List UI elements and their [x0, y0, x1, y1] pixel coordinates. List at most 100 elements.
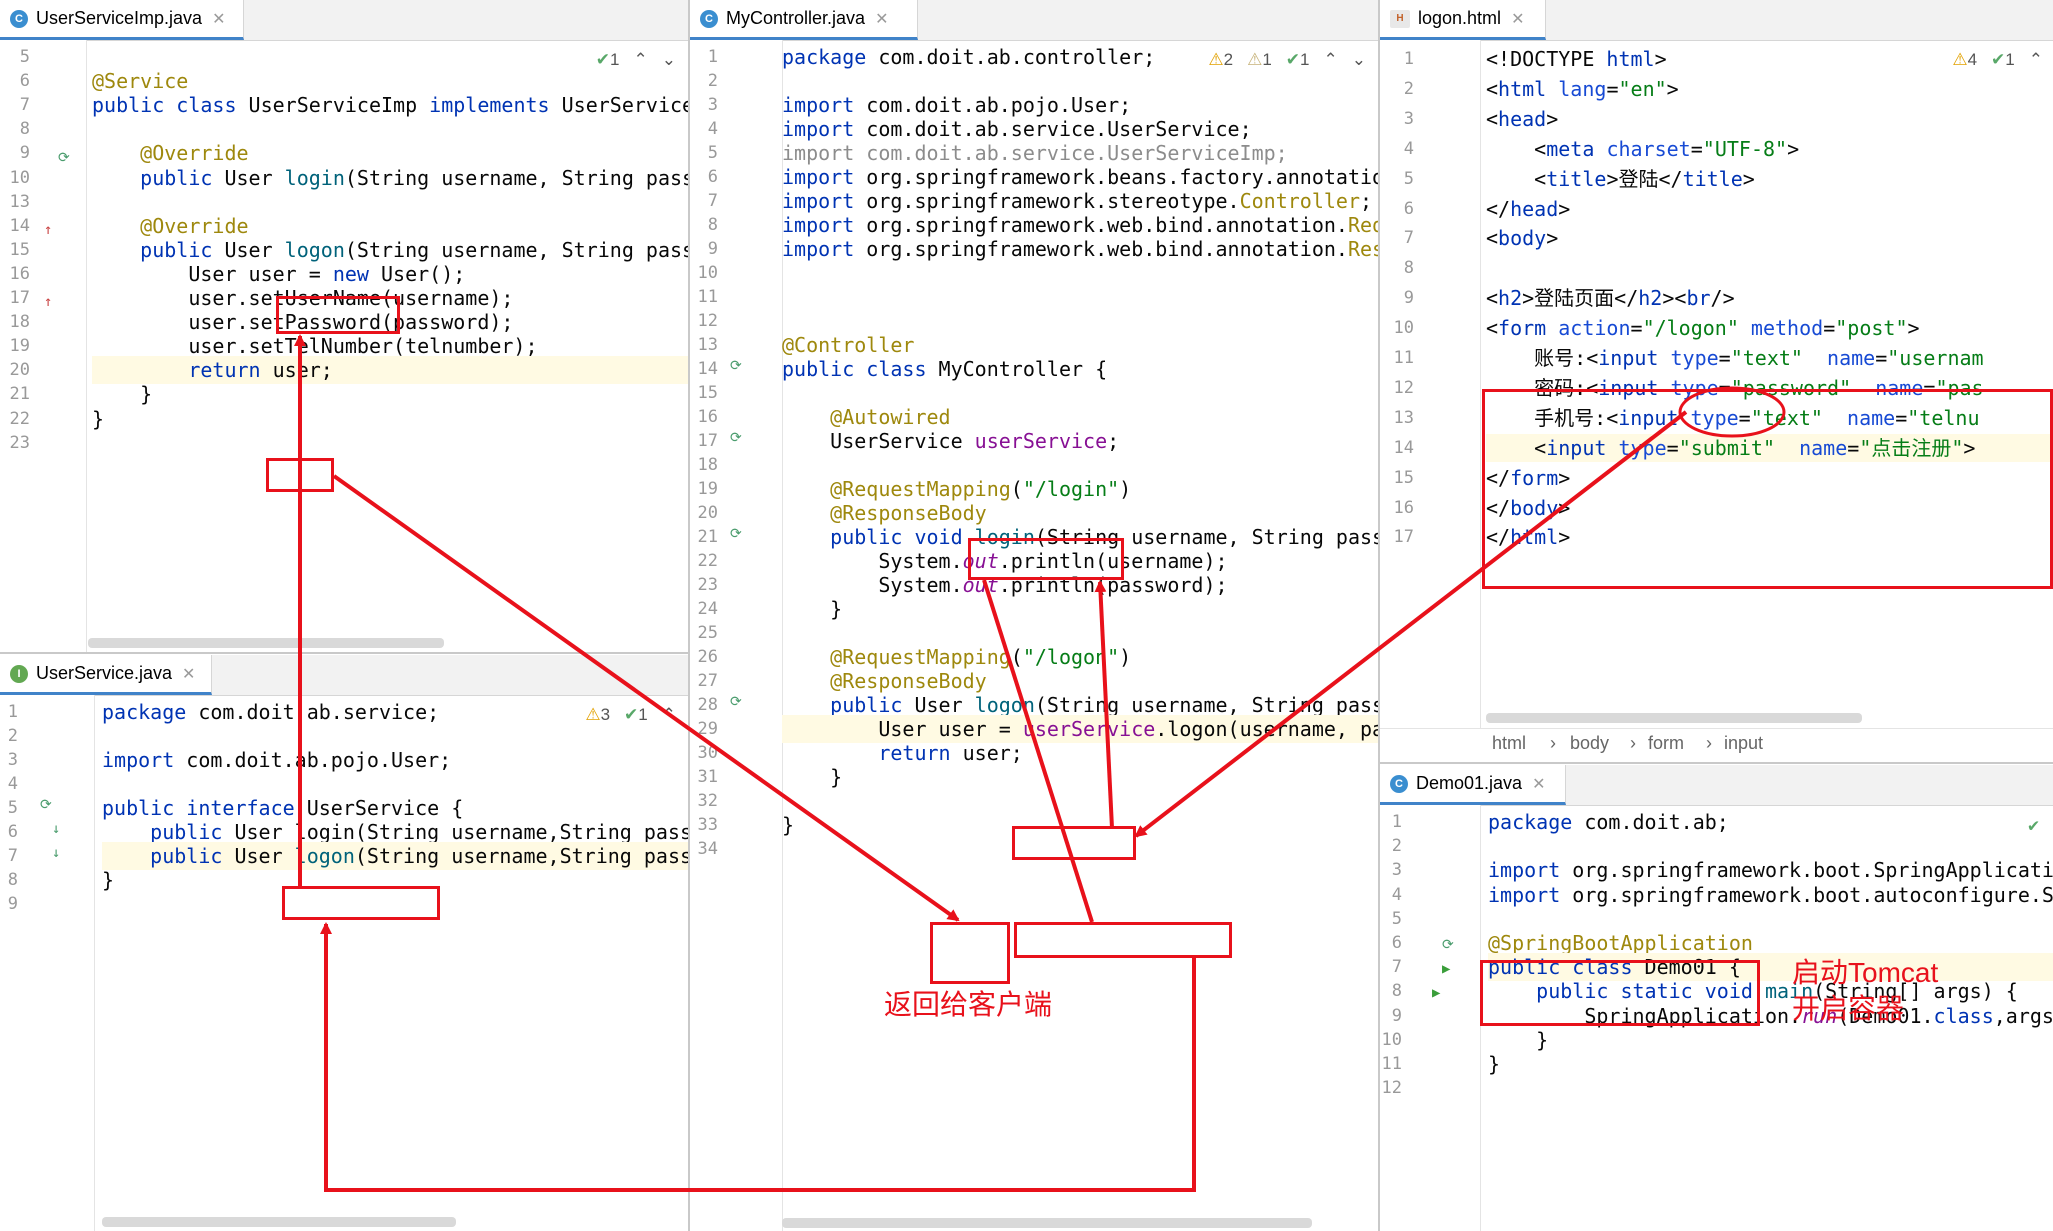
close-icon[interactable]: ✕	[1511, 9, 1524, 29]
horizontal-scrollbar[interactable]	[782, 1218, 1312, 1228]
breadcrumb-input[interactable]: input	[1724, 733, 1763, 754]
code-area[interactable]: 1 package com.doit.ab.controller; 2 3 import…	[690, 40, 1378, 1231]
code-token: public class	[782, 357, 939, 381]
code-line[interactable]: </head>	[1486, 196, 1570, 222]
code-line[interactable]: import com.doit.ab.service.UserService;	[782, 116, 1252, 142]
overrides-icon[interactable]: ↑	[44, 222, 52, 238]
spring-bean-icon[interactable]: ⟳	[58, 150, 70, 166]
code-line[interactable]: import org.springframework.beans.factory…	[782, 164, 1378, 190]
code-line[interactable]: }	[1488, 1027, 1548, 1053]
line-number: 9	[7, 894, 18, 914]
line-number: 2	[1391, 836, 1402, 857]
code-token: )	[1119, 477, 1132, 501]
code-line[interactable]: }	[102, 867, 114, 893]
code-line[interactable]: <h2>登陆页面</h2><br/>	[1486, 285, 1735, 311]
implemented-icon[interactable]: ↓	[52, 845, 60, 861]
horizontal-scrollbar[interactable]	[88, 638, 444, 648]
code-line[interactable]: @Override	[92, 213, 248, 239]
code-line[interactable]: @RequestMapping("/login")	[782, 476, 1131, 502]
horizontal-scrollbar[interactable]	[1486, 713, 1862, 723]
code-line[interactable]: public User logon(String username, Strin…	[92, 237, 688, 263]
code-token: ><	[1662, 286, 1687, 311]
breadcrumb-body[interactable]: body	[1570, 733, 1609, 754]
code-line[interactable]: @Autowired	[782, 404, 950, 430]
code-line[interactable]: @RequestMapping("/logon")	[782, 644, 1131, 670]
spring-bean-icon[interactable]: ⟳	[730, 694, 742, 710]
code-line[interactable]: <meta charset="UTF-8">	[1486, 136, 1799, 162]
code-line[interactable]: }	[782, 764, 842, 790]
code-line[interactable]: User user = new User();	[92, 261, 465, 287]
code-token: @Override	[92, 141, 249, 166]
pane-divider[interactable]	[1380, 762, 2053, 764]
code-line[interactable]: import org.springframework.boot.autoconf…	[1488, 882, 2053, 908]
spring-bean-icon[interactable]: ⟳	[730, 358, 742, 374]
code-line[interactable]: @Service	[92, 68, 188, 94]
code-line[interactable]: <!DOCTYPE html>	[1486, 46, 1667, 72]
pane-divider[interactable]	[688, 0, 690, 1231]
code-line[interactable]: }	[1488, 1051, 1500, 1077]
run-icon[interactable]: ▶	[1442, 961, 1450, 977]
code-line[interactable]: @Override	[92, 140, 249, 166]
tab-userserviceimp[interactable]: C UserServiceImp.java ✕	[0, 0, 244, 40]
run-icon[interactable]: ▶	[1432, 985, 1440, 1001]
code-token: public	[782, 693, 915, 717]
tab-mycontroller[interactable]: C MyController.java ✕	[690, 0, 918, 40]
code-line[interactable]: user.setTelNumber(telnumber);	[92, 333, 537, 359]
code-line[interactable]: import org.springframework.web.bind.anno…	[782, 212, 1378, 238]
code-line[interactable]: <html lang="en">	[1486, 76, 1679, 102]
code-line[interactable]: return user;	[782, 740, 1023, 766]
code-line[interactable]: <head>	[1486, 106, 1558, 132]
code-line[interactable]: import com.doit.ab.pojo.User;	[102, 747, 451, 773]
code-line[interactable]: package com.doit.ab.service;	[102, 699, 439, 725]
line-number: 5	[19, 47, 30, 67]
pane-divider[interactable]	[1378, 0, 1380, 1231]
spring-bean-icon[interactable]: ⟳	[730, 526, 742, 542]
code-line[interactable]: @Controller	[782, 332, 914, 358]
code-line[interactable]: public User logon(String username,String…	[102, 843, 688, 869]
code-line[interactable]: public class MyController {	[782, 356, 1107, 382]
code-line[interactable]: }	[92, 381, 152, 407]
code-line[interactable]: }	[782, 812, 794, 838]
breadcrumb-form[interactable]: form	[1648, 733, 1684, 754]
code-line[interactable]: public User login(String username, Strin…	[92, 165, 688, 191]
code-token: >	[1546, 106, 1559, 131]
code-line[interactable]: <body>	[1486, 225, 1558, 251]
pane-divider[interactable]	[0, 652, 688, 654]
code-line[interactable]: @ResponseBody	[782, 500, 987, 526]
code-line[interactable]: 账号:<input type="text" name="usernam	[1486, 345, 1983, 371]
tab-userservice[interactable]: I UserService.java ✕	[0, 655, 212, 695]
implemented-icon[interactable]: ↓	[52, 821, 60, 837]
code-line[interactable]: import org.springframework.boot.SpringAp…	[1488, 857, 2053, 883]
code-line[interactable]: public class UserServiceImp implements U…	[92, 92, 688, 118]
code-area[interactable]: 1 package com.doit.ab.service; 2 3 import co…	[0, 695, 688, 1231]
breadcrumb-html[interactable]: html	[1492, 733, 1526, 754]
close-icon[interactable]: ✕	[875, 9, 888, 29]
code-line[interactable]: import org.springframework.web.bind.anno…	[782, 236, 1378, 262]
tab-logon-html[interactable]: H logon.html ✕	[1380, 0, 1546, 40]
code-line[interactable]: <form action="/logon" method="post">	[1486, 315, 1920, 341]
close-icon[interactable]: ✕	[212, 9, 225, 29]
code-line[interactable]: @ResponseBody	[782, 668, 987, 694]
tab-demo01[interactable]: C Demo01.java ✕	[1380, 765, 1566, 805]
code-line[interactable]: User user = userService.logon(username, …	[782, 716, 1378, 742]
code-line[interactable]: package com.doit.ab.controller;	[782, 44, 1155, 70]
code-line[interactable]: package com.doit.ab;	[1488, 809, 1729, 835]
code-line[interactable]: }	[782, 596, 842, 622]
code-area[interactable]: 5 6 @Service 7 public class UserServiceImp i…	[0, 40, 688, 652]
code-line[interactable]: public interface UserService {	[102, 795, 463, 821]
code-line[interactable]: UserService userService;	[782, 428, 1119, 454]
code-line[interactable]: @SpringBootApplication	[1488, 930, 1753, 956]
overrides-icon[interactable]: ↑	[44, 294, 52, 310]
spring-bean-icon[interactable]: ⟳	[40, 797, 52, 813]
code-line[interactable]: import org.springframework.stereotype.Co…	[782, 188, 1372, 214]
close-icon[interactable]: ✕	[1532, 774, 1545, 794]
horizontal-scrollbar[interactable]	[102, 1217, 456, 1227]
code-line[interactable]: return user;	[92, 357, 333, 383]
code-line[interactable]: import com.doit.ab.pojo.User;	[782, 92, 1131, 118]
code-line[interactable]: import com.doit.ab.service.UserServiceIm…	[782, 140, 1288, 166]
spring-bean-icon[interactable]: ⟳	[730, 430, 742, 446]
close-icon[interactable]: ✕	[182, 664, 195, 684]
spring-bean-icon[interactable]: ⟳	[1442, 937, 1454, 953]
code-line[interactable]: <title>登陆</title>	[1486, 166, 1755, 192]
code-line[interactable]: }	[92, 406, 104, 432]
